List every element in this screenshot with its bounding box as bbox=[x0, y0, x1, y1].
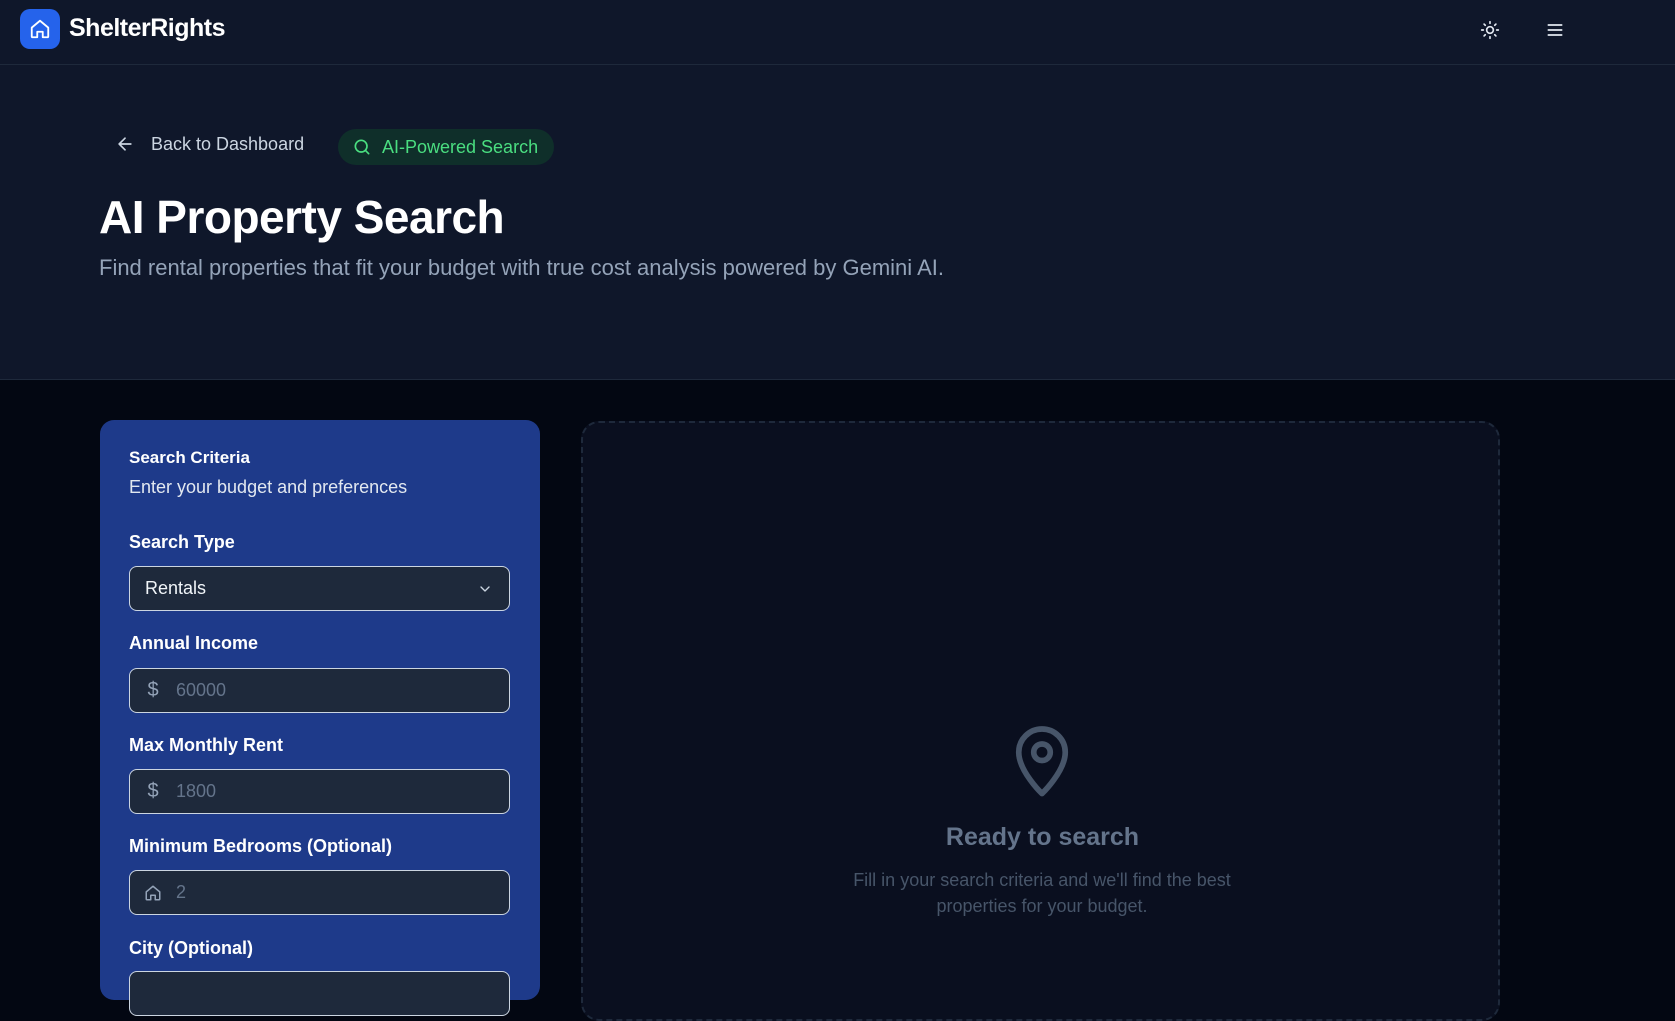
arrow-left-icon bbox=[118, 137, 132, 151]
empty-state-title: Ready to search bbox=[945, 823, 1140, 851]
home-icon bbox=[145, 885, 161, 900]
back-link-label: Back to Dashboard bbox=[151, 133, 305, 154]
search-icon bbox=[354, 139, 370, 155]
page-title: AI Property Search bbox=[99, 191, 505, 243]
bedrooms-field[interactable] bbox=[129, 870, 510, 915]
badge-label: AI-Powered Search bbox=[382, 136, 539, 157]
back-to-dashboard-link[interactable]: Back to Dashboard bbox=[115, 127, 304, 161]
empty-state-text: Fill in your search criteria and we'll f… bbox=[853, 870, 1231, 916]
theme-toggle-button[interactable] bbox=[1474, 14, 1506, 46]
panel-subtitle: Enter your budget and preferences bbox=[129, 477, 408, 497]
search-criteria-panel: Search Criteria Enter your budget and pr… bbox=[100, 420, 540, 1016]
ai-powered-badge: AI-Powered Search bbox=[338, 129, 555, 165]
search-type-select[interactable]: Rentals bbox=[129, 566, 510, 611]
dollar-icon: $ bbox=[147, 679, 159, 701]
max-rent-input[interactable] bbox=[176, 781, 496, 802]
map-pin-icon bbox=[1015, 726, 1069, 797]
search-type-label: Search Type bbox=[129, 532, 235, 552]
menu-icon bbox=[1547, 24, 1563, 36]
logo[interactable] bbox=[20, 9, 60, 49]
page-header: Back to Dashboard AI-Powered Search AI P… bbox=[0, 65, 1675, 380]
bedrooms-label: Minimum Bedrooms (Optional) bbox=[129, 836, 392, 856]
dollar-icon: $ bbox=[147, 780, 159, 802]
city-field[interactable] bbox=[129, 971, 510, 1016]
annual-income-label: Annual Income bbox=[129, 633, 259, 653]
brand-name[interactable]: ShelterRights bbox=[69, 14, 226, 43]
annual-income-field[interactable]: $ bbox=[129, 668, 510, 713]
top-navigation-bar: ShelterRights bbox=[0, 0, 1675, 65]
max-rent-field[interactable]: $ bbox=[129, 769, 510, 814]
bedrooms-input[interactable] bbox=[176, 882, 496, 903]
panel-title: Search Criteria bbox=[129, 448, 250, 467]
sun-icon bbox=[1480, 20, 1500, 40]
city-label: City (Optional) bbox=[129, 938, 253, 958]
search-type-value: Rentals bbox=[145, 578, 207, 598]
results-area: Ready to search Fill in your search crit… bbox=[581, 421, 1500, 1021]
max-rent-label: Max Monthly Rent bbox=[129, 735, 284, 755]
annual-income-input[interactable] bbox=[176, 680, 496, 701]
chevron-down-icon bbox=[480, 586, 490, 592]
page-subtitle: Find rental properties that fit your bud… bbox=[99, 255, 944, 280]
city-input[interactable] bbox=[176, 983, 496, 1004]
home-icon bbox=[30, 19, 50, 39]
menu-button[interactable] bbox=[1539, 14, 1571, 46]
